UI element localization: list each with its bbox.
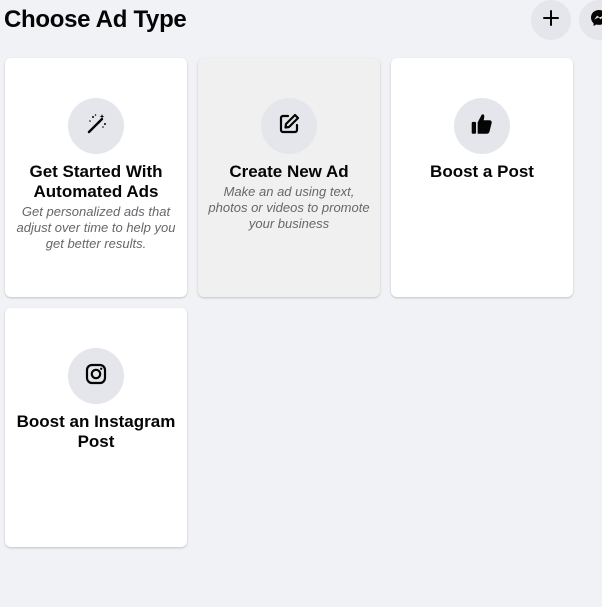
card-boost-post[interactable]: Boost a Post — [391, 58, 573, 297]
card-title: Boost a Post — [430, 162, 534, 181]
icon-circle — [261, 98, 317, 154]
card-boost-instagram-post[interactable]: Boost an Instagram Post — [5, 308, 187, 547]
thumbs-up-icon — [469, 111, 495, 142]
icon-circle — [68, 98, 124, 154]
messenger-button[interactable] — [579, 0, 602, 40]
card-title: Boost an Instagram Post — [16, 412, 176, 451]
card-automated-ads[interactable]: Get Started With Automated Ads Get perso… — [5, 58, 187, 297]
icon-circle — [454, 98, 510, 154]
card-description: Get personalized ads that adjust over ti… — [16, 204, 176, 251]
card-create-new-ad[interactable]: Create New Ad Make an ad using text, pho… — [198, 58, 380, 297]
plus-icon — [541, 8, 561, 33]
choose-ad-type-page: Choose Ad Type Get Started With Automate… — [0, 0, 602, 607]
instagram-icon — [84, 362, 108, 391]
edit-icon — [277, 112, 301, 141]
card-description: Make an ad using text, photos or videos … — [208, 184, 370, 231]
card-title: Create New Ad — [229, 162, 349, 181]
magic-wand-icon — [84, 112, 108, 141]
create-button[interactable] — [531, 0, 571, 40]
card-title: Get Started With Automated Ads — [29, 162, 163, 201]
icon-circle — [68, 348, 124, 404]
messenger-icon — [589, 8, 602, 33]
page-title: Choose Ad Type — [4, 6, 187, 33]
